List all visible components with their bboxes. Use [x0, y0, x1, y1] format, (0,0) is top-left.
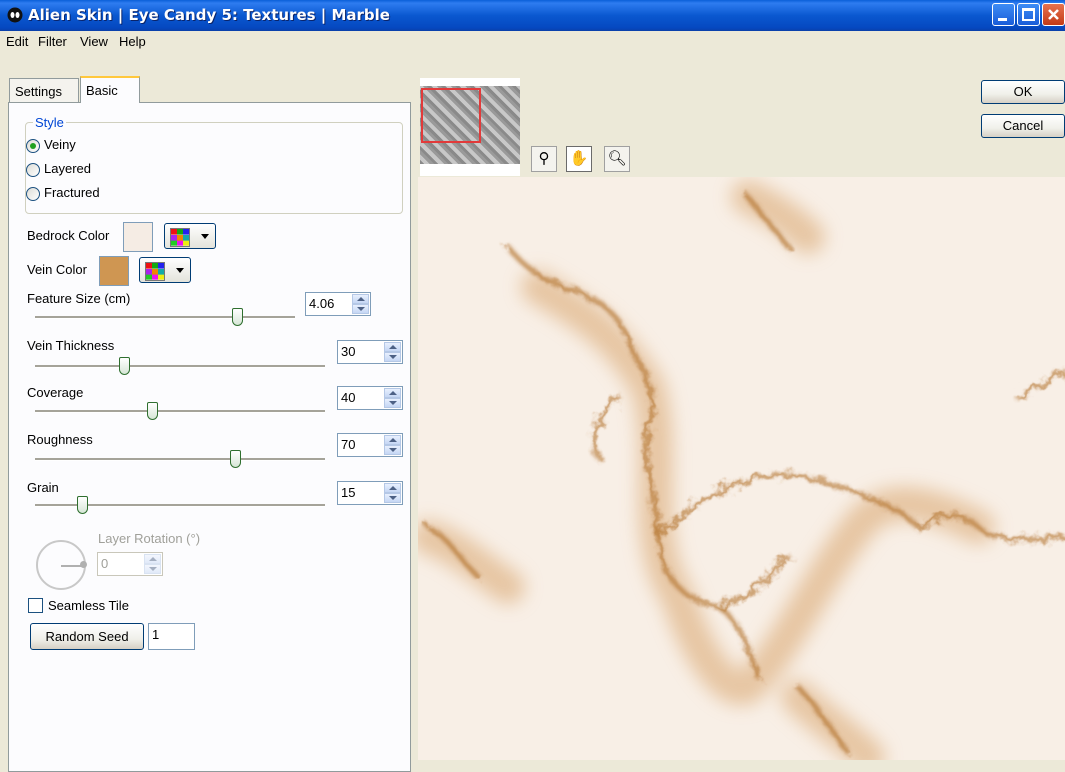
- minimize-button[interactable]: [992, 3, 1015, 26]
- feature-size-increment-button[interactable]: [352, 294, 369, 304]
- feature-size-value[interactable]: 4.06: [309, 296, 334, 311]
- menu-view[interactable]: View: [80, 34, 108, 49]
- coverage-spinbox[interactable]: 40: [337, 386, 403, 410]
- roughness-label: Roughness: [27, 432, 93, 447]
- bedrock-color-picker-button[interactable]: [164, 223, 216, 249]
- vein-thickness-increment-button[interactable]: [384, 342, 401, 352]
- compare-tool-button[interactable]: ⚲: [531, 146, 557, 172]
- roughness-increment-button[interactable]: [384, 435, 401, 445]
- radio-veiny-label: Veiny: [44, 137, 76, 152]
- radio-layered-label: Layered: [44, 161, 91, 176]
- coverage-increment-button[interactable]: [384, 388, 401, 398]
- menu-bar: Edit Filter View Help: [0, 31, 1065, 53]
- close-icon: [1048, 9, 1059, 20]
- menu-edit[interactable]: Edit: [6, 34, 28, 49]
- radio-fractured-label: Fractured: [44, 185, 100, 200]
- grain-value[interactable]: 15: [341, 485, 355, 500]
- layer-rotation-label: Layer Rotation (°): [98, 531, 201, 546]
- tab-settings[interactable]: Settings: [9, 78, 79, 102]
- bedrock-color-swatch[interactable]: [123, 222, 153, 252]
- minimize-icon: [998, 18, 1007, 21]
- coverage-decrement-button[interactable]: [384, 398, 401, 408]
- radio-veiny[interactable]: [26, 139, 40, 153]
- color-grid-icon: [145, 262, 165, 281]
- vein-thickness-slider-thumb[interactable]: [118, 357, 130, 375]
- menu-filter[interactable]: Filter: [38, 34, 67, 49]
- title-bar: Alien Skin | Eye Candy 5: Textures | Mar…: [0, 0, 1065, 31]
- color-grid-icon: [170, 228, 190, 247]
- layer-rotation-dial: [36, 540, 86, 590]
- layer-rotation-spinbox: 0: [97, 552, 163, 576]
- zoom-tool-button[interactable]: 🔍︎: [604, 146, 630, 172]
- roughness-decrement-button[interactable]: [384, 445, 401, 455]
- seamless-tile-checkbox[interactable]: [28, 598, 43, 613]
- feature-size-slider-thumb[interactable]: [231, 308, 243, 326]
- hand-icon: ✋: [569, 150, 589, 167]
- grain-slider-thumb[interactable]: [76, 496, 88, 514]
- style-group-label: Style: [33, 115, 66, 130]
- radio-layered[interactable]: [26, 163, 40, 177]
- vein-thickness-label: Vein Thickness: [27, 338, 115, 353]
- grain-decrement-button[interactable]: [384, 493, 401, 503]
- cancel-button[interactable]: Cancel: [981, 114, 1065, 138]
- vein-color-picker-button[interactable]: [139, 257, 191, 283]
- feature-size-label: Feature Size (cm): [27, 291, 131, 306]
- close-button[interactable]: [1042, 3, 1065, 26]
- vein-thickness-slider-track[interactable]: [35, 365, 325, 368]
- maximize-button[interactable]: [1017, 3, 1040, 26]
- hand-tool-button[interactable]: ✋: [566, 146, 592, 172]
- layer-rotation-value: 0: [101, 556, 109, 571]
- random-seed-button[interactable]: Random Seed: [30, 623, 144, 650]
- maximize-icon: [1022, 8, 1035, 21]
- coverage-slider-track[interactable]: [35, 410, 325, 413]
- ok-button[interactable]: OK: [981, 80, 1065, 104]
- alien-skin-icon: [7, 7, 23, 23]
- marble-preview-image: [418, 177, 1065, 760]
- menu-help[interactable]: Help: [119, 34, 146, 49]
- feature-size-spinbox[interactable]: 4.06: [305, 292, 371, 316]
- tab-basic[interactable]: Basic: [80, 76, 140, 103]
- roughness-spinbox[interactable]: 70: [337, 433, 403, 457]
- dropdown-arrow-icon: [176, 268, 184, 273]
- vein-color-swatch[interactable]: [99, 256, 129, 286]
- grain-increment-button[interactable]: [384, 483, 401, 493]
- feature-size-decrement-button[interactable]: [352, 304, 369, 314]
- compare-icon: ⚲: [538, 150, 550, 167]
- window-title: Alien Skin | Eye Candy 5: Textures | Mar…: [28, 6, 390, 24]
- zoom-icon: 🔍︎: [607, 150, 627, 167]
- vein-color-label: Vein Color: [27, 262, 87, 277]
- coverage-value[interactable]: 40: [341, 390, 355, 405]
- thumbnail-viewport-rect[interactable]: [421, 88, 481, 143]
- marble-preview-canvas[interactable]: [418, 177, 1065, 760]
- coverage-slider-thumb[interactable]: [146, 402, 158, 420]
- radio-fractured[interactable]: [26, 187, 40, 201]
- random-seed-input[interactable]: 1: [148, 623, 195, 650]
- roughness-value[interactable]: 70: [341, 437, 355, 452]
- coverage-label: Coverage: [27, 385, 84, 400]
- feature-size-slider-track[interactable]: [35, 316, 295, 319]
- vein-thickness-decrement-button[interactable]: [384, 352, 401, 362]
- grain-label: Grain: [27, 480, 59, 495]
- seamless-tile-label: Seamless Tile: [48, 598, 129, 613]
- roughness-slider-thumb[interactable]: [230, 450, 242, 468]
- vein-thickness-spinbox[interactable]: 30: [337, 340, 403, 364]
- dial-knob: [80, 561, 87, 568]
- grain-spinbox[interactable]: 15: [337, 481, 403, 505]
- roughness-slider-track[interactable]: [35, 458, 325, 461]
- bedrock-color-label: Bedrock Color: [27, 228, 110, 243]
- navigator-thumbnail[interactable]: [420, 78, 520, 176]
- vein-thickness-value[interactable]: 30: [341, 344, 355, 359]
- dropdown-arrow-icon: [201, 234, 209, 239]
